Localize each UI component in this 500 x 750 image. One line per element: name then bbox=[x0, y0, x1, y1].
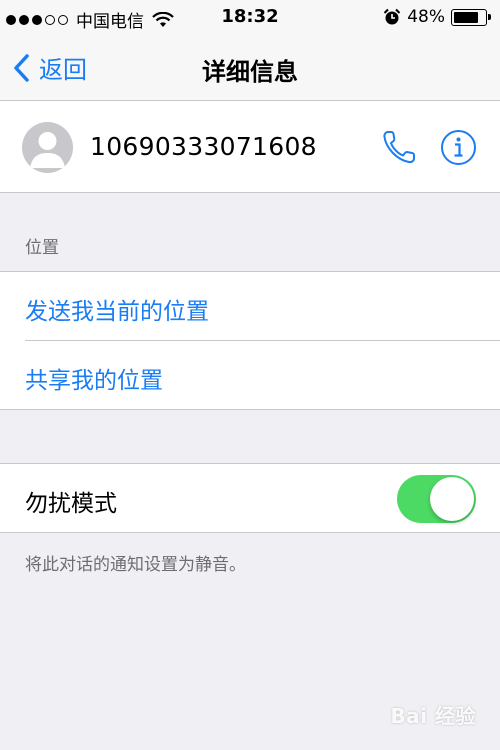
top-bar: 中国电信 18:32 48% 返回 详细信息 bbox=[0, 0, 500, 101]
phone-icon[interactable] bbox=[381, 129, 417, 165]
person-silhouette-icon bbox=[30, 132, 65, 168]
toggle-knob bbox=[430, 477, 474, 521]
avatar bbox=[22, 122, 73, 173]
location-group: 发送我当前的位置 共享我的位置 bbox=[0, 271, 500, 410]
share-location-link[interactable]: 共享我的位置 bbox=[25, 361, 163, 395]
status-right: 48% bbox=[383, 7, 491, 27]
send-location-cell[interactable]: 发送我当前的位置 bbox=[0, 272, 500, 341]
contact-row: 10690333071608 bbox=[0, 101, 500, 193]
page-title: 详细信息 bbox=[202, 58, 298, 86]
do-not-disturb-footer: 将此对话的通知设置为静音。 bbox=[25, 555, 246, 575]
navigation-bar: 返回 详细信息 bbox=[0, 36, 500, 100]
battery-percent: 48% bbox=[407, 7, 445, 27]
share-location-cell[interactable]: 共享我的位置 bbox=[0, 341, 500, 410]
location-section-header: 位置 bbox=[25, 238, 59, 258]
info-icon[interactable] bbox=[440, 129, 477, 166]
do-not-disturb-toggle[interactable] bbox=[397, 475, 476, 523]
watermark: Bai 经验 bbox=[390, 704, 476, 728]
battery-icon bbox=[451, 8, 491, 26]
do-not-disturb-row: 勿扰模式 bbox=[0, 463, 500, 533]
status-bar: 中国电信 18:32 48% bbox=[0, 0, 500, 36]
do-not-disturb-label: 勿扰模式 bbox=[25, 491, 117, 517]
battery-fill bbox=[454, 11, 478, 23]
contact-number: 10690333071608 bbox=[90, 132, 317, 161]
send-location-link[interactable]: 发送我当前的位置 bbox=[25, 292, 209, 326]
alarm-clock-icon bbox=[383, 8, 401, 25]
